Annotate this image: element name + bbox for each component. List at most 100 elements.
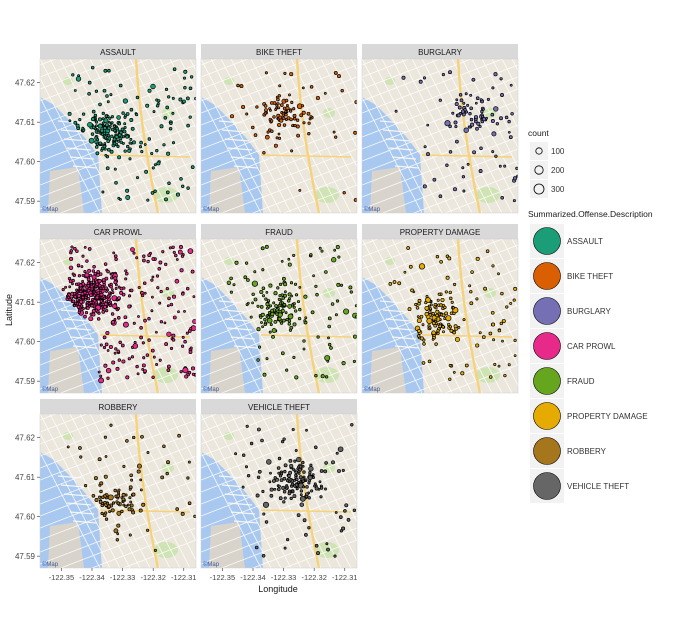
data-point [118, 340, 122, 345]
data-point [86, 288, 91, 293]
data-point [122, 321, 129, 328]
data-point [334, 313, 338, 317]
data-point [468, 112, 472, 116]
data-point [187, 370, 192, 375]
data-point [172, 250, 176, 254]
data-point [270, 119, 274, 123]
data-point [284, 290, 287, 294]
data-point [349, 290, 353, 294]
data-point [285, 368, 289, 372]
data-point [151, 375, 155, 379]
data-point [75, 249, 79, 253]
data-point [452, 371, 456, 374]
data-point [66, 445, 70, 449]
data-point [253, 133, 258, 137]
data-point [73, 120, 78, 125]
data-point [162, 143, 166, 147]
data-point [304, 478, 308, 482]
data-point [268, 480, 272, 484]
data-point [125, 271, 129, 276]
data-point [292, 253, 296, 257]
map-attribution: ©Map [203, 561, 220, 568]
size-legend-key-bg [530, 180, 548, 198]
data-point [392, 280, 397, 284]
data-point [108, 510, 111, 514]
data-point [106, 126, 111, 131]
data-point [319, 469, 324, 473]
data-point [104, 286, 108, 290]
data-point [279, 118, 284, 123]
data-point [111, 291, 115, 295]
data-point [103, 363, 108, 368]
data-point [304, 316, 308, 320]
data-point [143, 369, 147, 373]
data-point [428, 307, 433, 311]
data-point [284, 110, 288, 114]
data-point [105, 367, 112, 374]
data-point [287, 292, 292, 297]
data-point [103, 474, 108, 479]
data-point [298, 188, 302, 192]
data-point [309, 463, 313, 467]
data-point [292, 305, 296, 309]
data-point [99, 489, 103, 494]
data-point [123, 125, 127, 130]
data-point [81, 295, 85, 300]
map-street [350, 414, 357, 427]
data-point [67, 276, 72, 281]
data-point [110, 134, 114, 138]
data-point [135, 113, 139, 117]
data-point [106, 349, 110, 352]
data-point [73, 89, 77, 92]
data-point [424, 305, 430, 311]
data-point [287, 474, 291, 478]
data-point [155, 149, 159, 153]
data-point [260, 438, 264, 443]
data-point [103, 147, 107, 151]
x-tick-label: -122.33 [110, 573, 135, 582]
data-point [188, 86, 193, 91]
data-point [264, 244, 269, 249]
data-point [99, 289, 103, 292]
data-point [98, 483, 102, 487]
data-point [244, 261, 249, 265]
data-point [132, 321, 136, 325]
data-point [69, 296, 74, 300]
data-point [75, 123, 80, 128]
data-point [275, 95, 279, 99]
data-point [501, 339, 504, 343]
data-point [472, 150, 477, 155]
data-point [68, 265, 74, 271]
data-point [447, 322, 451, 327]
data-point [128, 533, 132, 537]
data-point [307, 132, 311, 136]
data-point [388, 282, 393, 286]
data-point [278, 496, 283, 501]
data-point [288, 93, 291, 97]
data-point [277, 136, 282, 140]
data-point [129, 118, 134, 122]
data-point [438, 194, 443, 199]
data-point [303, 319, 307, 323]
data-point [127, 148, 132, 153]
data-point [96, 130, 100, 134]
data-point [289, 109, 293, 113]
data-point [476, 121, 481, 126]
data-point [187, 501, 192, 506]
data-point [416, 334, 421, 338]
data-point [282, 476, 287, 481]
data-point [439, 259, 443, 264]
data-point [141, 368, 145, 371]
data-point [90, 304, 94, 308]
data-point [186, 123, 190, 128]
data-point [329, 346, 333, 350]
data-point [292, 107, 296, 111]
data-point [124, 269, 128, 273]
data-point [302, 470, 306, 474]
data-point [105, 94, 109, 98]
data-point [113, 528, 119, 534]
data-point [135, 95, 140, 100]
data-point [269, 471, 272, 475]
data-point [122, 464, 126, 468]
data-point [436, 331, 440, 335]
